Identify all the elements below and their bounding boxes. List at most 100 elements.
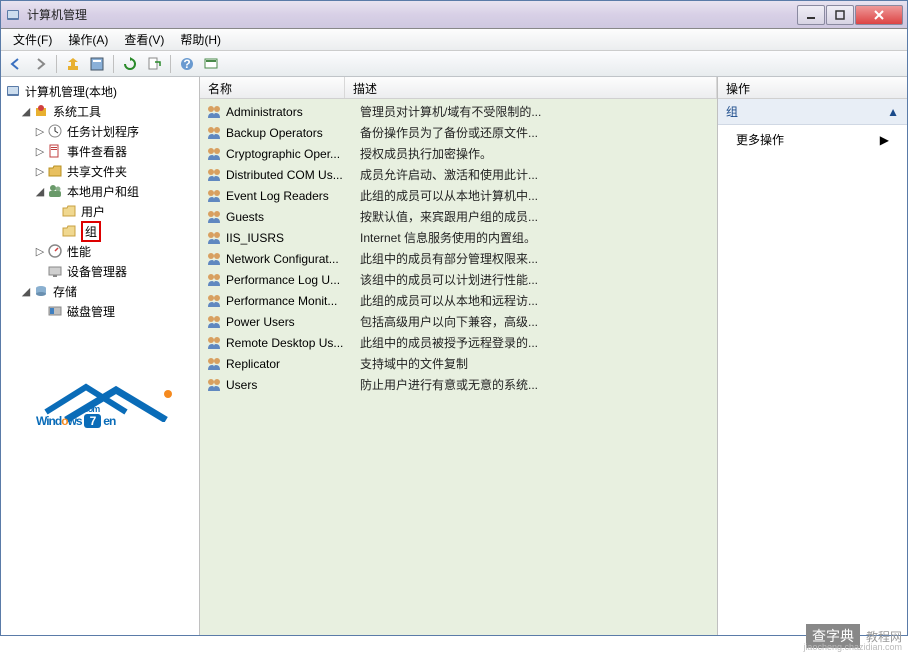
collapse-icon[interactable]: ◢	[19, 285, 33, 298]
row-name: Users	[226, 378, 360, 392]
submenu-icon: ▶	[880, 133, 889, 147]
list-row[interactable]: Guests按默认值，来宾跟用户组的成员...	[200, 206, 717, 227]
row-desc: Internet 信息服务使用的内置组。	[360, 229, 717, 246]
list-row[interactable]: Backup Operators备份操作员为了备份或还原文件...	[200, 122, 717, 143]
tree-disk-management[interactable]: 磁盘管理	[3, 301, 197, 321]
menu-action[interactable]: 操作(A)	[60, 29, 116, 50]
menu-view[interactable]: 查看(V)	[116, 29, 172, 50]
tree-local-users-groups[interactable]: ◢ 本地用户和组	[3, 181, 197, 201]
list-row[interactable]: Performance Monit...此组的成员可以从本地和远程访...	[200, 290, 717, 311]
row-desc: 按默认值，来宾跟用户组的成员...	[360, 208, 717, 225]
list-row[interactable]: Performance Log U...该组中的成员可以计划进行性能...	[200, 269, 717, 290]
list-row[interactable]: Administrators管理员对计算机/域有不受限制的...	[200, 101, 717, 122]
row-desc: 支持域中的文件复制	[360, 355, 717, 372]
group-icon	[206, 251, 222, 267]
tree-root[interactable]: 计算机管理(本地)	[3, 81, 197, 101]
menubar: 文件(F) 操作(A) 查看(V) 帮助(H)	[1, 29, 907, 51]
expand-icon[interactable]: ▷	[33, 125, 47, 138]
column-header-desc[interactable]: 描述	[345, 77, 717, 98]
list-row[interactable]: Remote Desktop Us...此组中的成员被授予远程登录的...	[200, 332, 717, 353]
collapse-icon[interactable]: ◢	[19, 105, 33, 118]
row-name: Power Users	[226, 315, 360, 329]
refresh-button[interactable]	[119, 53, 141, 75]
forward-button[interactable]	[29, 53, 51, 75]
tree-performance[interactable]: ▷ 性能	[3, 241, 197, 261]
tree-task-scheduler[interactable]: ▷ 任务计划程序	[3, 121, 197, 141]
menu-file[interactable]: 文件(F)	[5, 29, 60, 50]
group-icon	[206, 188, 222, 204]
row-desc: 此组中的成员有部分管理权限来...	[360, 250, 717, 267]
export-button[interactable]	[143, 53, 165, 75]
tree-event-viewer[interactable]: ▷ 事件查看器	[3, 141, 197, 161]
group-icon	[206, 272, 222, 288]
list-row[interactable]: Event Log Readers此组的成员可以从本地计算机中...	[200, 185, 717, 206]
row-desc: 包括高级用户以向下兼容，高级...	[360, 313, 717, 330]
tree-shared-folders[interactable]: ▷ 共享文件夹	[3, 161, 197, 181]
row-name: Replicator	[226, 357, 360, 371]
group-icon	[206, 104, 222, 120]
app-icon	[5, 7, 21, 23]
list-row[interactable]: Network Configurat...此组中的成员有部分管理权限来...	[200, 248, 717, 269]
expand-icon[interactable]: ▷	[33, 145, 47, 158]
up-button[interactable]	[62, 53, 84, 75]
tree-device-manager[interactable]: 设备管理器	[3, 261, 197, 281]
svg-text:?: ?	[183, 57, 190, 71]
list-panel: 名称 描述 Administrators管理员对计算机/域有不受限制的...Ba…	[200, 77, 718, 635]
group-icon	[206, 209, 222, 225]
list-row[interactable]: IIS_IUSRSInternet 信息服务使用的内置组。	[200, 227, 717, 248]
watermark-text: 查字典 教程网 jiaocheng.chazidian.com	[806, 624, 902, 648]
window-title: 计算机管理	[27, 6, 796, 23]
group-icon	[206, 125, 222, 141]
group-icon	[206, 377, 222, 393]
list-row[interactable]: Distributed COM Us...成员允许启动、激活和使用此计...	[200, 164, 717, 185]
tree-groups[interactable]: 组	[3, 221, 197, 241]
row-desc: 此组的成员可以从本地和远程访...	[360, 292, 717, 309]
row-name: Distributed COM Us...	[226, 168, 360, 182]
tree-storage[interactable]: ◢ 存储	[3, 281, 197, 301]
row-name: Remote Desktop Us...	[226, 336, 360, 350]
console-button[interactable]	[200, 53, 222, 75]
menu-help[interactable]: 帮助(H)	[172, 29, 229, 50]
list-row[interactable]: Users防止用户进行有意或无意的系统...	[200, 374, 717, 395]
list-body: Administrators管理员对计算机/域有不受限制的...Backup O…	[200, 99, 717, 635]
expand-icon[interactable]: ▷	[33, 245, 47, 258]
row-desc: 管理员对计算机/域有不受限制的...	[360, 103, 717, 120]
row-desc: 成员允许启动、激活和使用此计...	[360, 166, 717, 183]
minimize-button[interactable]	[797, 5, 825, 25]
toolbar: ?	[1, 51, 907, 77]
tree-root-label: 计算机管理(本地)	[25, 83, 117, 100]
row-name: Administrators	[226, 105, 360, 119]
tree-users[interactable]: 用户	[3, 201, 197, 221]
group-icon	[206, 230, 222, 246]
help-button[interactable]: ?	[176, 53, 198, 75]
row-name: Backup Operators	[226, 126, 360, 140]
list-row[interactable]: Replicator支持域中的文件复制	[200, 353, 717, 374]
row-desc: 备份操作员为了备份或还原文件...	[360, 124, 717, 141]
tree-label: 用户	[81, 203, 105, 220]
group-icon	[206, 146, 222, 162]
column-header-name[interactable]: 名称	[200, 77, 345, 98]
back-button[interactable]	[5, 53, 27, 75]
row-desc: 此组中的成员被授予远程登录的...	[360, 334, 717, 351]
list-row[interactable]: Cryptographic Oper...授权成员执行加密操作。	[200, 143, 717, 164]
action-group-title[interactable]: 组 ▲	[718, 99, 907, 125]
tree-label: 性能	[67, 243, 91, 260]
maximize-button[interactable]	[826, 5, 854, 25]
row-name: Cryptographic Oper...	[226, 147, 360, 161]
tree-label: 本地用户和组	[67, 183, 139, 200]
properties-button[interactable]	[86, 53, 108, 75]
close-button[interactable]	[855, 5, 903, 25]
action-header: 操作	[718, 77, 907, 99]
action-more[interactable]: 更多操作 ▶	[718, 125, 907, 154]
row-desc: 防止用户进行有意或无意的系统...	[360, 376, 717, 393]
group-icon	[206, 356, 222, 372]
tree-system-tools[interactable]: ◢ 系统工具	[3, 101, 197, 121]
list-row[interactable]: Power Users包括高级用户以向下兼容，高级...	[200, 311, 717, 332]
tree-label: 事件查看器	[67, 143, 127, 160]
action-more-label: 更多操作	[736, 131, 784, 148]
row-desc: 授权成员执行加密操作。	[360, 145, 717, 162]
action-group-label: 组	[726, 103, 738, 120]
expand-icon[interactable]: ▷	[33, 165, 47, 178]
collapse-icon[interactable]: ◢	[33, 185, 47, 198]
group-icon	[206, 167, 222, 183]
